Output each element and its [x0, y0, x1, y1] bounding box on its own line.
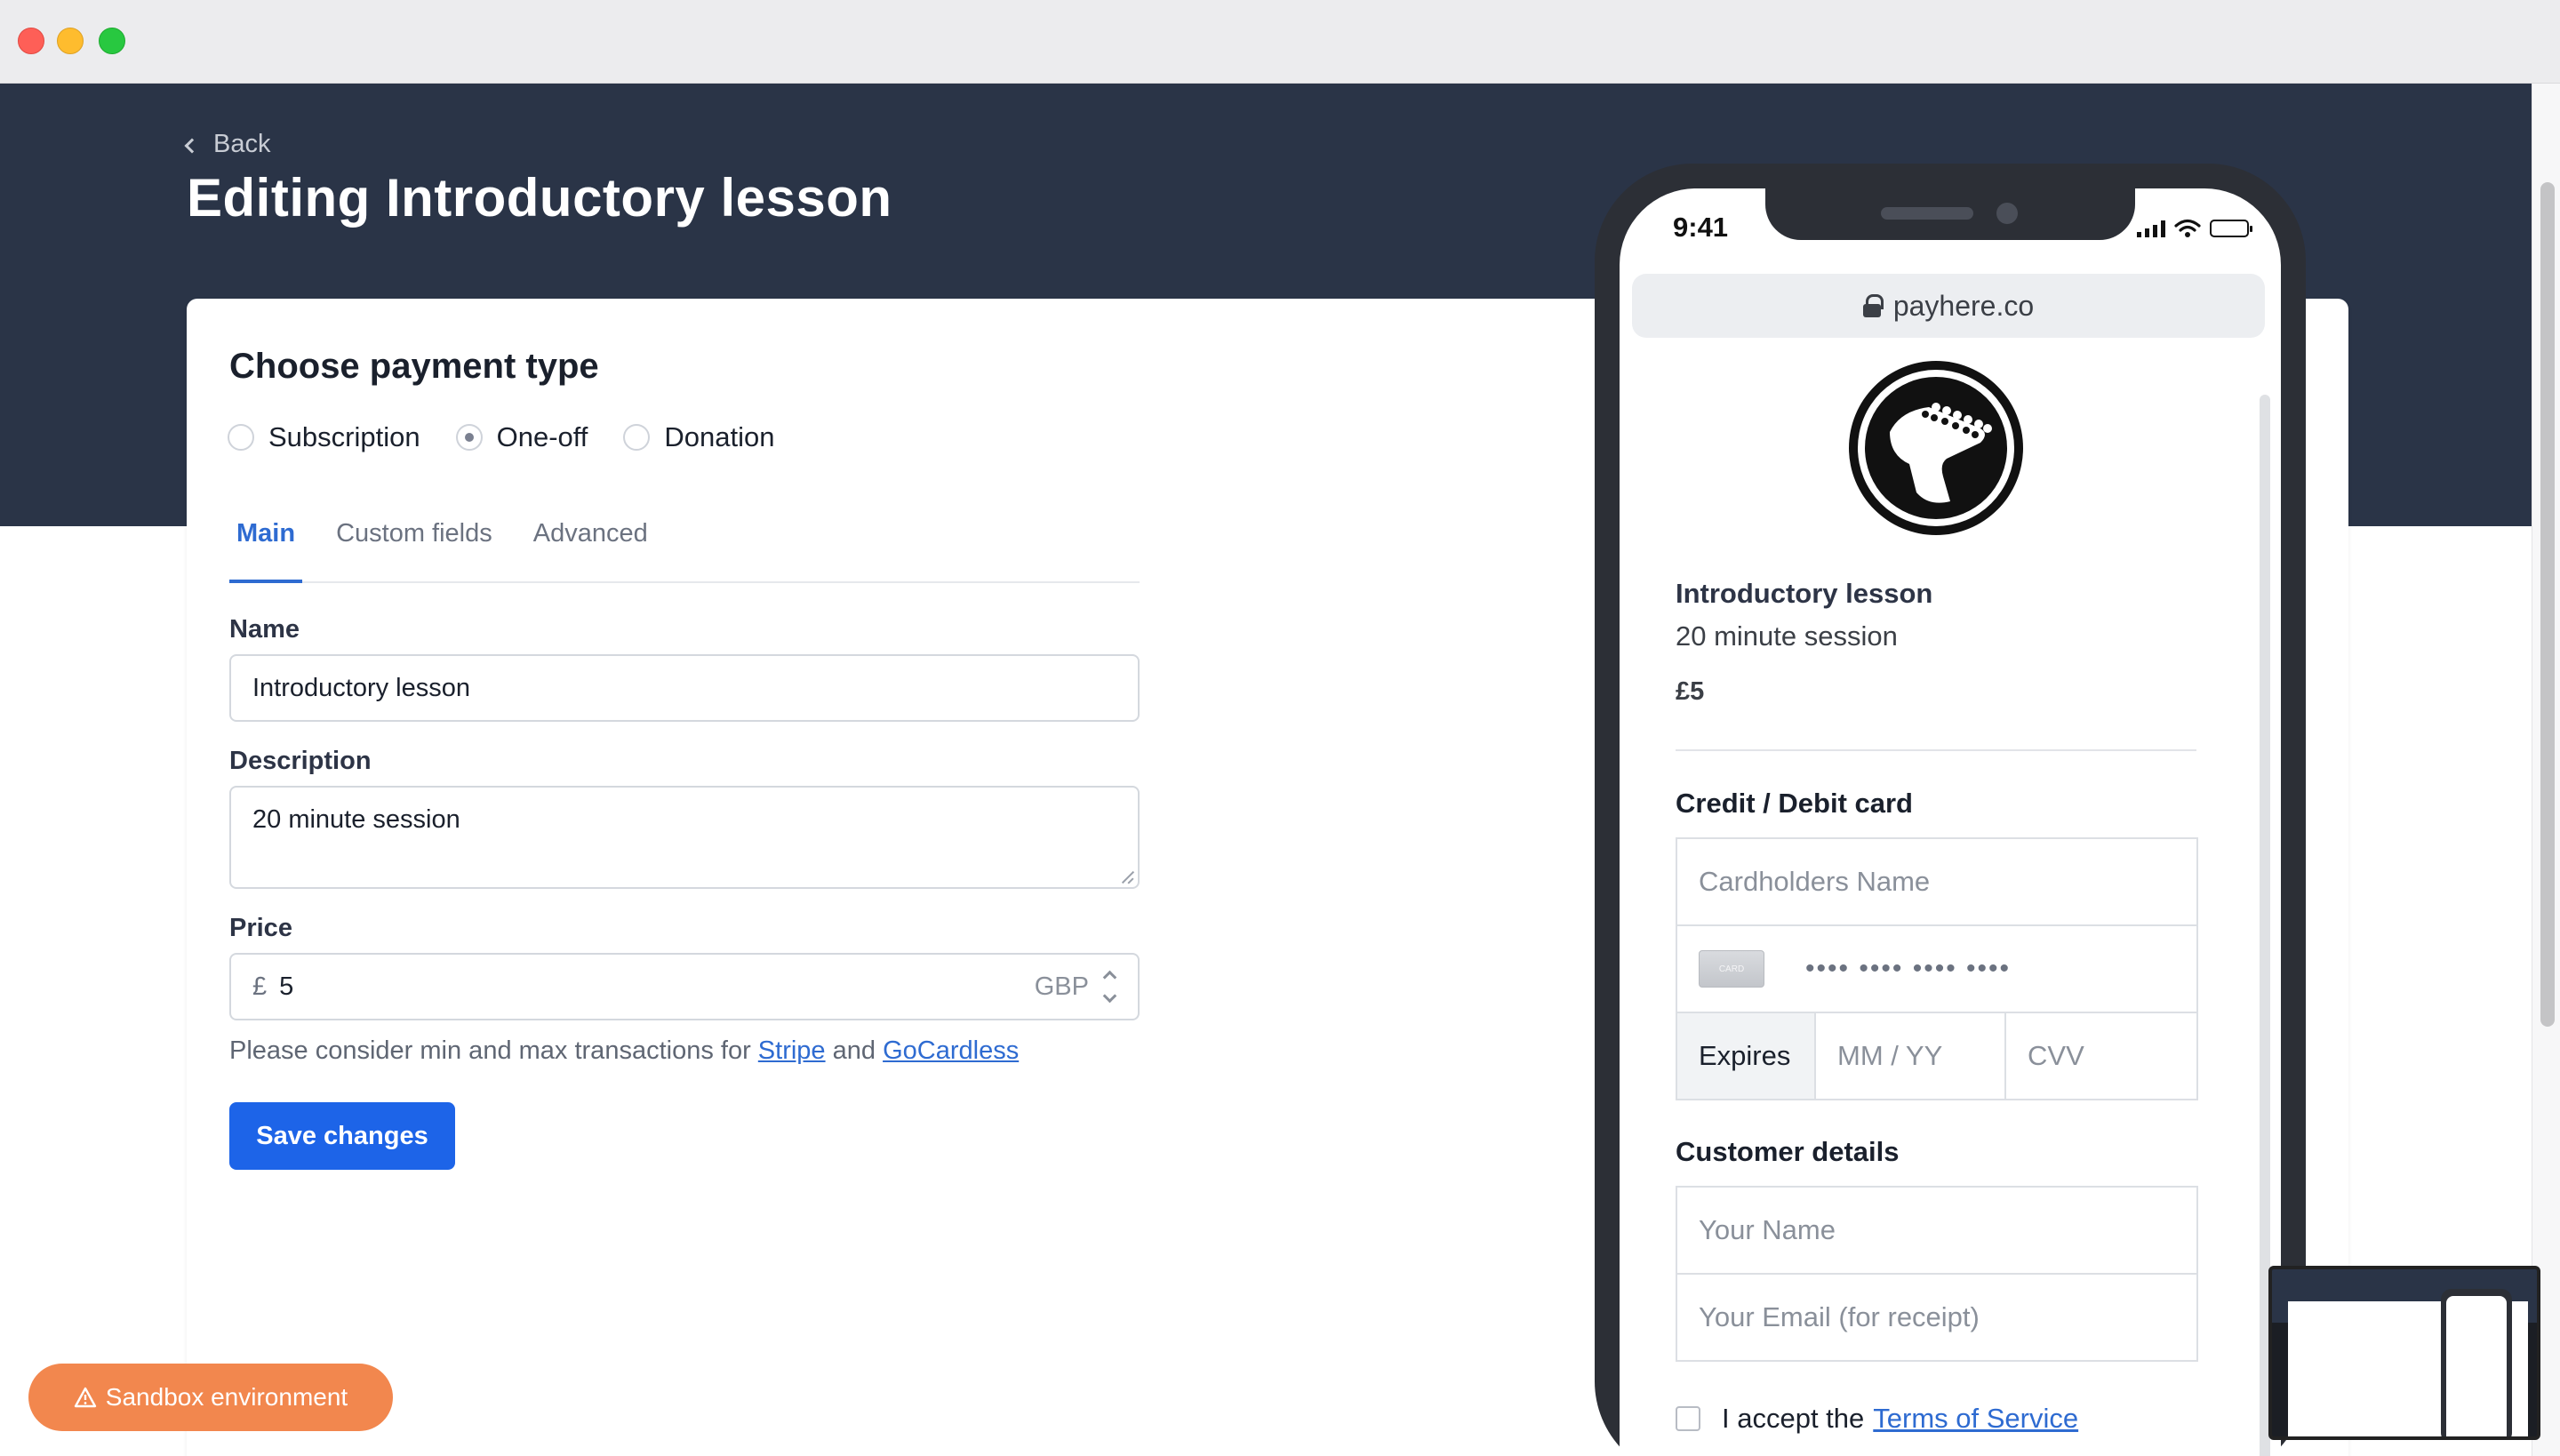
select-arrows-icon[interactable] — [1102, 970, 1117, 1004]
product-price: £5 — [1676, 677, 1705, 706]
card-number-field[interactable]: CARD •••• •••• •••• •••• — [1676, 924, 2198, 1013]
lock-icon — [1862, 294, 1884, 317]
guitar-logo-icon — [1849, 361, 2023, 535]
status-time: 9:41 — [1673, 212, 1729, 243]
product-title: Introductory lesson — [1676, 578, 1933, 609]
divider — [1676, 749, 2196, 751]
radio-one-off-circle[interactable] — [455, 424, 483, 451]
name-input[interactable]: Introductory lesson — [229, 654, 1140, 722]
terms-checkbox-row: I accept the Terms of Service — [1676, 1403, 2078, 1435]
cardholder-placeholder: Cardholders Name — [1699, 866, 1931, 897]
payment-type-heading: Choose payment type — [229, 347, 599, 386]
save-button[interactable]: Save changes — [229, 1102, 455, 1170]
radio-donation[interactable]: Donation — [623, 421, 775, 453]
customer-name-field[interactable]: Your Name — [1676, 1186, 2198, 1275]
cvv-field[interactable]: CVV — [2006, 1013, 2196, 1099]
price-label: Price — [229, 914, 292, 942]
form-tabs: Main Custom fields Advanced — [229, 514, 1140, 583]
radio-subscription[interactable]: Subscription — [228, 421, 420, 453]
back-label: Back — [213, 130, 271, 158]
note-prefix: Please consider min and max transactions… — [229, 1036, 751, 1065]
note-and: and — [832, 1036, 876, 1065]
tab-main[interactable]: Main — [229, 514, 303, 583]
close-window-button[interactable] — [18, 28, 44, 54]
maximize-window-button[interactable] — [99, 28, 125, 54]
back-chevron-icon — [184, 138, 200, 153]
page-scrollbar-thumb[interactable] — [2540, 182, 2555, 1027]
battery-icon — [2210, 220, 2252, 237]
radio-donation-circle[interactable] — [623, 424, 651, 451]
tab-advanced[interactable]: Advanced — [526, 514, 655, 583]
phone-camera — [1996, 203, 2018, 224]
url-text: payhere.co — [1892, 289, 2035, 322]
radio-one-off-label: One-off — [496, 421, 588, 452]
radio-subscription-label: Subscription — [268, 421, 420, 452]
back-link[interactable]: Back — [184, 130, 271, 159]
price-value: 5 — [279, 972, 294, 1001]
price-note: Please consider min and max transactions… — [229, 1036, 1019, 1066]
description-value: 20 minute session — [252, 805, 460, 834]
customer-details-heading: Customer details — [1676, 1136, 1900, 1167]
sandbox-environment-badge[interactable]: Sandbox environment — [28, 1364, 393, 1431]
card-number-placeholder: •••• •••• •••• •••• — [1805, 954, 2012, 983]
sandbox-label: Sandbox environment — [105, 1383, 348, 1411]
terms-link[interactable]: Terms of Service — [1873, 1403, 2078, 1435]
expiry-field[interactable]: MM / YY — [1816, 1013, 2006, 1099]
card-icon: CARD — [1699, 950, 1764, 988]
screen-thumbnail[interactable] — [2268, 1266, 2540, 1440]
description-label: Description — [229, 747, 372, 775]
wifi-icon — [2174, 219, 2201, 237]
product-subtitle: 20 minute session — [1676, 620, 1898, 652]
warning-icon — [74, 1387, 96, 1408]
terms-checkbox[interactable] — [1676, 1406, 1700, 1431]
stripe-link[interactable]: Stripe — [758, 1036, 826, 1065]
accept-prefix: I accept the — [1722, 1403, 1865, 1434]
expires-label: Expires — [1677, 1013, 1816, 1099]
card-heading: Credit / Debit card — [1676, 788, 1913, 819]
currency-select[interactable]: GBP — [1035, 955, 1089, 1019]
resize-handle-icon[interactable] — [1120, 869, 1134, 884]
payment-type-radio-group: Subscription One-off Donation — [228, 421, 811, 453]
description-textarea[interactable]: 20 minute session — [229, 786, 1140, 889]
radio-one-off[interactable]: One-off — [455, 421, 588, 453]
customer-email-field[interactable]: Your Email (for receipt) — [1676, 1273, 2198, 1362]
phone-speaker — [1881, 207, 1973, 220]
price-input[interactable]: £ 5 GBP — [229, 953, 1140, 1020]
signal-icon — [2137, 220, 2165, 237]
customer-name-placeholder: Your Name — [1699, 1214, 1836, 1245]
window-titlebar — [0, 0, 2560, 84]
gocardless-link[interactable]: GoCardless — [883, 1036, 1019, 1065]
radio-donation-label: Donation — [664, 421, 775, 452]
page-title: Editing Introductory lesson — [187, 168, 892, 228]
status-icons — [2137, 219, 2252, 238]
minimize-window-button[interactable] — [57, 28, 84, 54]
browser-url-bar[interactable]: payhere.co — [1632, 274, 2265, 338]
currency-symbol: £ — [252, 972, 268, 1001]
expiry-row: Expires MM / YY CVV — [1676, 1012, 2198, 1100]
customer-email-placeholder: Your Email (for receipt) — [1699, 1301, 1980, 1332]
cardholder-name-field[interactable]: Cardholders Name — [1676, 837, 2198, 926]
radio-subscription-circle[interactable] — [228, 424, 254, 451]
tab-custom-fields[interactable]: Custom fields — [329, 514, 500, 583]
name-label: Name — [229, 615, 300, 644]
